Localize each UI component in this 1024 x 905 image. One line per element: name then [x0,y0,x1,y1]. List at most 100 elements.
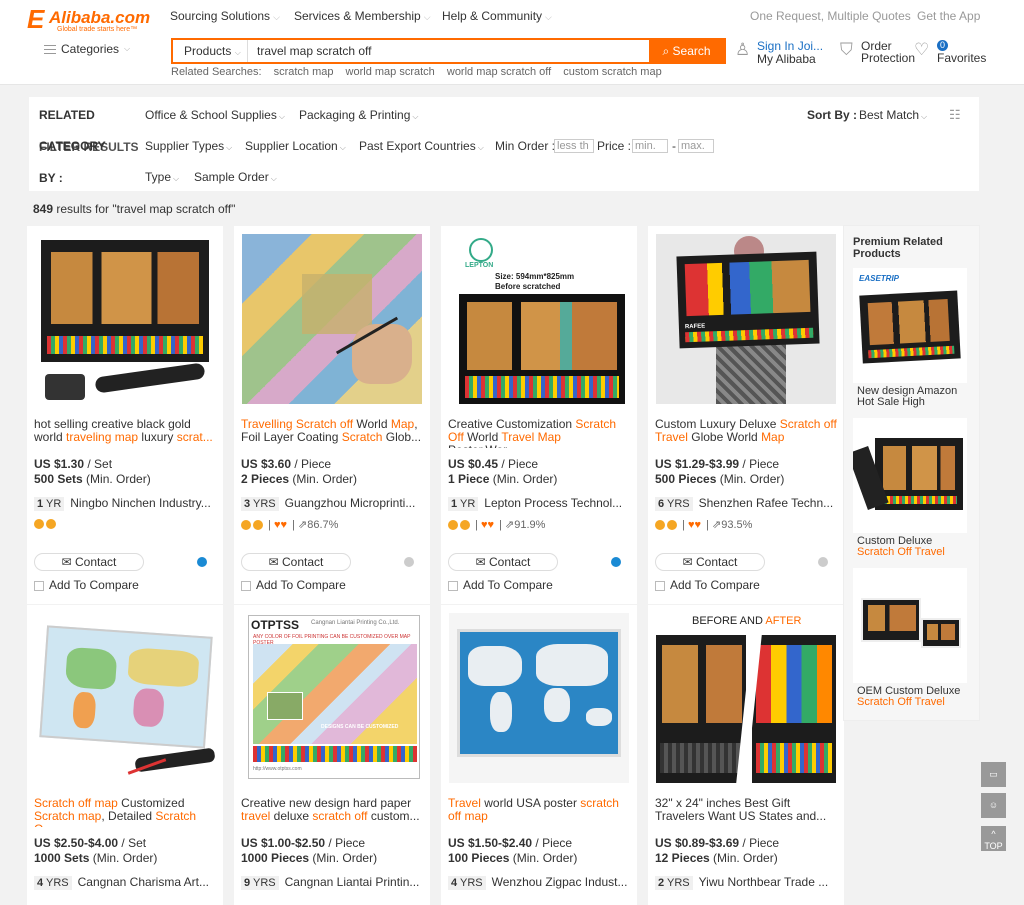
alibaba-logo[interactable]: E Alibaba.com Global trade starts here™ [27,6,150,36]
supplier-info[interactable]: 1 YR Ningbo Ninchen Industry... [34,496,211,511]
chat-status-icon[interactable] [818,557,828,567]
product-image[interactable] [35,613,215,783]
chat-status-icon[interactable] [197,557,207,567]
contact-supplier-button[interactable]: ✉ Contact [655,553,765,571]
related-search-link[interactable]: custom scratch map [563,66,661,78]
related-search-link[interactable]: scratch map [274,66,334,78]
compare-checkbox[interactable] [655,580,665,591]
min-order-input[interactable]: less th [554,139,594,153]
related-searches: Related Searches: scratch map world map … [171,66,662,78]
product-image[interactable]: LEPTON Size: 594mm*825mm Before scratched [449,234,629,404]
filter-supplier-types[interactable]: Supplier Types ⌵ [145,139,232,153]
product-image[interactable] [242,234,422,404]
chat-status-icon[interactable] [611,557,621,567]
product-title[interactable]: Scratch off map Customized Scratch map, … [34,797,216,827]
product-image[interactable]: OTPTSS Cangnan Liantai Printing Co.,Ltd. A… [242,613,422,783]
min-order: 2 Pieces (Min. Order) [241,472,358,486]
supplier-info[interactable]: 9 YRS Cangnan Liantai Printin... [241,875,419,890]
add-to-compare[interactable]: Add To Compare [448,578,553,592]
filter-past-export[interactable]: Past Export Countries ⌵ [359,139,484,153]
supplier-name[interactable]: Wenzhou Zigpac Indust... [492,875,628,889]
nav-get-app[interactable]: Get the App [917,9,980,23]
product-card[interactable]: RAFEE Custom Luxury Deluxe Scratch off T… [648,226,844,604]
nav-sourcing-solutions[interactable]: Sourcing Solutions ⌵ [170,9,280,23]
related-search-link[interactable]: world map scratch off [447,66,551,78]
categories-button[interactable]: Categories ⌵ [44,42,130,56]
search-button[interactable]: ⌕ Search [649,40,724,62]
product-card[interactable]: hot selling creative black gold world tr… [27,226,223,604]
supplier-name[interactable]: Lepton Process Technol... [484,496,622,510]
product-image[interactable]: BEFORE AND AFTER [656,613,836,783]
sort-select[interactable]: Best Match ⌵ [859,108,927,122]
product-title[interactable]: 32" x 24" inches Best Gift Travelers Wan… [655,797,837,827]
product-card[interactable]: OTPTSS Cangnan Liantai Printing Co.,Ltd. A… [234,605,430,905]
product-card[interactable]: Scratch off map Customized Scratch map, … [27,605,223,905]
filter-sample-order[interactable]: Sample Order ⌵ [194,170,277,184]
chat-button[interactable]: ☺ [981,793,1006,818]
related-search-link[interactable]: world map scratch [346,66,435,78]
product-title[interactable]: Creative new design hard paper travel de… [241,797,423,827]
product-title[interactable]: Travel world USA poster scratch off map [448,797,630,827]
supplier-info[interactable]: 3 YRS Guangzhou Microprinti... [241,496,415,511]
product-card[interactable]: BEFORE AND AFTER 32" x 24" inches Best G… [648,605,844,905]
price-max-input[interactable]: max. [678,139,714,153]
search-input[interactable] [257,42,637,60]
contact-supplier-button[interactable]: ✉ Contact [241,553,351,571]
nav-services-membership[interactable]: Services & Membership ⌵ [294,9,431,23]
supplier-info[interactable]: 4 YRS Wenzhou Zigpac Indust... [448,875,627,890]
filter-type[interactable]: Type ⌵ [145,170,179,184]
compare-checkbox[interactable] [34,580,44,591]
compare-checkbox[interactable] [241,580,251,591]
supplier-name[interactable]: Cangnan Liantai Printin... [285,875,420,889]
product-price: US $3.60 / Piece [241,457,332,471]
my-alibaba-link[interactable]: My Alibaba [757,53,816,65]
filter-supplier-location[interactable]: Supplier Location ⌵ [245,139,346,153]
product-image[interactable]: RAFEE [656,234,836,404]
supplier-name[interactable]: Guangzhou Microprinti... [285,496,416,510]
product-title[interactable]: Custom Luxury Deluxe Scratch off Travel … [655,418,837,448]
nav-help-community[interactable]: Help & Community ⌵ [442,9,552,23]
supplier-name[interactable]: Ningbo Ninchen Industry... [70,496,211,510]
compare-checkbox[interactable] [448,580,458,591]
product-title[interactable]: Travelling Scratch off World Map, Foil L… [241,418,423,448]
supplier-info[interactable]: 6 YRS Shenzhen Rafee Techn... [655,496,833,511]
back-to-top-button[interactable]: ^ TOP [981,826,1006,851]
product-card[interactable]: Travel world USA poster scratch off map … [441,605,637,905]
chat-status-icon[interactable] [404,557,414,567]
price-min-input[interactable]: min. [632,139,668,153]
heart-icon: ♥♥ [273,519,288,531]
product-image[interactable] [35,234,215,404]
contact-supplier-button[interactable]: ✉ Contact [34,553,144,571]
add-to-compare[interactable]: Add To Compare [34,578,139,592]
search-scope-select[interactable]: Products ⌵ [173,40,248,62]
category-filter-office[interactable]: Office & School Supplies ⌵ [145,108,285,122]
product-title[interactable]: hot selling creative black gold world tr… [34,418,216,448]
premium-related-products: Premium Related Products EASETRIP New de… [843,225,980,721]
supplier-name[interactable]: Yiwu Northbear Trade ... [699,875,829,889]
supplier-info[interactable]: 2 YRS Yiwu Northbear Trade ... [655,875,828,890]
join-link[interactable]: Joi... [798,39,823,53]
category-filter-packaging[interactable]: Packaging & Printing ⌵ [299,108,418,122]
assessed-icon [253,520,263,531]
supplier-name[interactable]: Cangnan Charisma Art... [78,875,209,889]
heart-icon: ♥♥ [687,519,702,531]
chevron-down-icon: ⌵ [273,12,280,22]
sign-in-link[interactable]: Sign In [757,39,794,53]
product-card[interactable]: LEPTON Size: 594mm*825mm Before scratched … [441,226,637,604]
add-to-compare[interactable]: Add To Compare [655,578,760,592]
add-to-compare[interactable]: Add To Compare [241,578,346,592]
product-card[interactable]: Travelling Scratch off World Map, Foil L… [234,226,430,604]
product-image[interactable] [449,613,629,783]
product-title[interactable]: Creative Customization Scratch Off World… [448,418,630,448]
nav-request-quotes[interactable]: One Request, Multiple Quotes [750,9,911,23]
years-badge: 1 YR [448,497,479,511]
supplier-name[interactable]: Shenzhen Rafee Techn... [699,496,834,510]
mail-icon: ✉ [682,555,693,569]
feedback-button[interactable]: ▭ [981,762,1006,787]
supplier-info[interactable]: 4 YRS Cangnan Charisma Art... [34,875,209,890]
chevron-down-icon: ⌵ [124,44,131,53]
list-view-icon[interactable]: ☷ [949,107,961,123]
years-badge: 4 YRS [34,876,72,890]
supplier-info[interactable]: 1 YR Lepton Process Technol... [448,496,622,511]
contact-supplier-button[interactable]: ✉ Contact [448,553,558,571]
